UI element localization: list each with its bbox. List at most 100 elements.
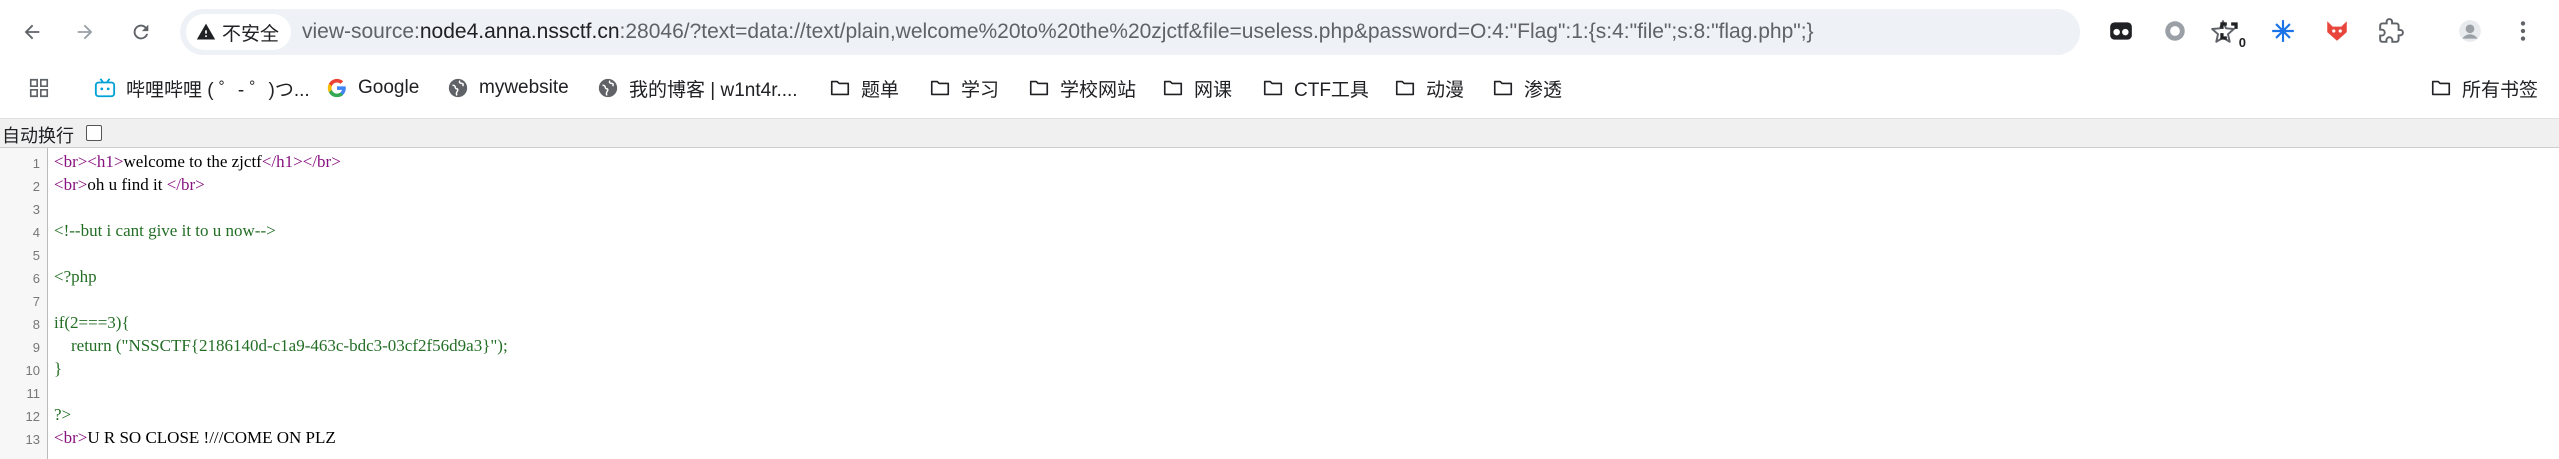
bookmark-label: 题单 <box>861 79 900 101</box>
line-number: 12 <box>25 409 40 424</box>
bookmark-item[interactable]: mywebsite <box>447 74 569 102</box>
php-close-tag: ?> <box>54 405 72 424</box>
extension-badge: 0 <box>2236 35 2248 50</box>
line-number: 7 <box>32 294 40 309</box>
text-node: welcome to the zjctf <box>123 152 262 171</box>
folder-icon <box>1493 80 1513 96</box>
html-tag: <br> <box>54 175 88 194</box>
circle-icon <box>2165 21 2185 41</box>
source-line: 1 <br><h1>welcome to the zjctf</h1></br> <box>0 152 2559 175</box>
folder-icon <box>1263 80 1283 96</box>
more-vert-icon <box>2520 21 2526 41</box>
php-open-tag: <?php <box>54 267 97 286</box>
source-line: 8 if(2===3){ <box>0 313 2559 336</box>
bookmark-item[interactable]: Google <box>326 74 419 102</box>
bookmark-folder[interactable]: 网课 <box>1162 74 1232 102</box>
security-chip[interactable]: 不安全 <box>186 14 292 50</box>
line-number: 6 <box>32 271 40 286</box>
bookmark-item[interactable]: 我的博客 | w1nt4r.... <box>597 74 798 102</box>
warning-icon <box>196 23 216 40</box>
address-bar[interactable]: 不安全 view-source:node4.anna.nssctf.cn:280… <box>180 9 2235 55</box>
extension-button[interactable] <box>2268 16 2298 46</box>
bookmark-label: 动漫 <box>1426 79 1465 101</box>
bookmark-label: 网课 <box>1194 79 1233 101</box>
snowflake-icon <box>2272 20 2294 42</box>
bilibili-icon <box>94 78 116 98</box>
folder-icon <box>930 80 950 96</box>
text-node: U R SO CLOSE !///COME ON PLZ <box>87 428 336 447</box>
source-line: 4 <!--but i cant give it to u now--> <box>0 221 2559 244</box>
html-tag: </br> <box>166 175 205 194</box>
globe-icon <box>598 78 618 98</box>
html-comment: <!--but i cant give it to u now--> <box>54 221 276 240</box>
line-number: 13 <box>25 432 40 447</box>
arrow-left-icon <box>24 24 40 40</box>
browser-toolbar: 不安全 view-source:node4.anna.nssctf.cn:280… <box>0 0 2559 64</box>
line-content: <br><h1>welcome to the zjctf</h1></br> <box>54 152 341 172</box>
profile-button[interactable] <box>2455 16 2485 46</box>
line-content: if(2===3){ <box>54 313 130 332</box>
reload-button[interactable] <box>123 14 159 50</box>
source-line: 2 <br>oh u find it </br> <box>0 175 2559 198</box>
line-number: 1 <box>32 156 40 171</box>
line-number: 2 <box>32 179 40 194</box>
bookmark-item[interactable]: 哔哩哔哩 ( ゜- ゜)つ... <box>94 74 310 102</box>
source-line: 10 } <box>0 359 2559 382</box>
url-rest: :28046/?text=data://text/plain,welcome%2… <box>619 20 1814 43</box>
extension-button[interactable] <box>2322 16 2352 46</box>
text-node: oh u find it <box>87 175 167 194</box>
folder-icon <box>1163 80 1183 96</box>
avatar-icon <box>2459 20 2481 42</box>
back-button[interactable] <box>14 14 50 50</box>
line-number: 5 <box>32 248 40 263</box>
arrow-right-icon <box>77 24 93 40</box>
line-content: <br>U R SO CLOSE !///COME ON PLZ <box>54 428 336 448</box>
url-text[interactable]: view-source:node4.anna.nssctf.cn:28046/?… <box>302 20 1814 44</box>
bookmark-label: 学校网站 <box>1060 79 1137 101</box>
html-tag: <br> <box>54 428 88 447</box>
fox-icon <box>2327 21 2347 41</box>
all-bookmarks-folder[interactable]: 所有书签 <box>2430 74 2538 102</box>
bookmark-folder[interactable]: 渗透 <box>1492 74 1562 102</box>
line-content: } <box>54 359 63 378</box>
bookmark-folder[interactable]: 学习 <box>929 74 999 102</box>
browser-menu-button[interactable] <box>2508 16 2538 46</box>
url-prefix: view-source: <box>302 20 420 43</box>
line-number: 11 <box>26 386 41 401</box>
line-content: return ("NSSCTF{2186140d-c1a9-463c-bdc3-… <box>54 336 508 355</box>
folder-icon <box>830 80 850 96</box>
bookmark-label: 哔哩哔哩 ( ゜- ゜)つ... <box>126 79 310 101</box>
toolbar-divider <box>0 112 2559 119</box>
extension-button[interactable] <box>2160 16 2190 46</box>
source-line: 11 <box>0 382 2559 405</box>
line-number: 8 <box>32 317 40 332</box>
bookmark-label: Google <box>358 77 420 98</box>
html-tag: <h1> <box>87 152 124 171</box>
bookmark-folder[interactable]: CTF工具 <box>1262 74 1369 102</box>
reload-icon <box>133 24 149 40</box>
apps-button[interactable] <box>28 74 60 102</box>
extension-button[interactable]: 0 <box>2214 16 2248 50</box>
bookmark-folder[interactable]: 学校网站 <box>1028 74 1136 102</box>
security-label: 不安全 <box>222 23 280 45</box>
apps-grid-icon <box>29 78 49 98</box>
source-line: 3 <box>0 198 2559 221</box>
extensions-menu-button[interactable] <box>2376 16 2406 46</box>
html-tag: <br> <box>54 152 88 171</box>
bookmark-label: 所有书签 <box>2462 79 2539 101</box>
line-number: 3 <box>32 202 40 217</box>
line-wrap-checkbox[interactable] <box>86 125 102 141</box>
source-line: 9 return ("NSSCTF{2186140d-c1a9-463c-bdc… <box>0 336 2559 359</box>
line-wrap-bar: 自动换行 <box>0 119 2559 148</box>
bookmark-folder[interactable]: 题单 <box>829 74 899 102</box>
line-number: 10 <box>25 363 40 378</box>
extension-button[interactable] <box>2106 16 2136 46</box>
forward-button[interactable] <box>67 14 103 50</box>
url-host: node4.anna.nssctf.cn <box>419 20 620 43</box>
source-line: 7 <box>0 290 2559 313</box>
puzzle-icon <box>2379 18 2404 43</box>
folder-icon <box>2431 80 2451 96</box>
line-number: 4 <box>32 225 40 240</box>
line-content: <br>oh u find it </br> <box>54 175 205 195</box>
bookmark-folder[interactable]: 动漫 <box>1394 74 1464 102</box>
